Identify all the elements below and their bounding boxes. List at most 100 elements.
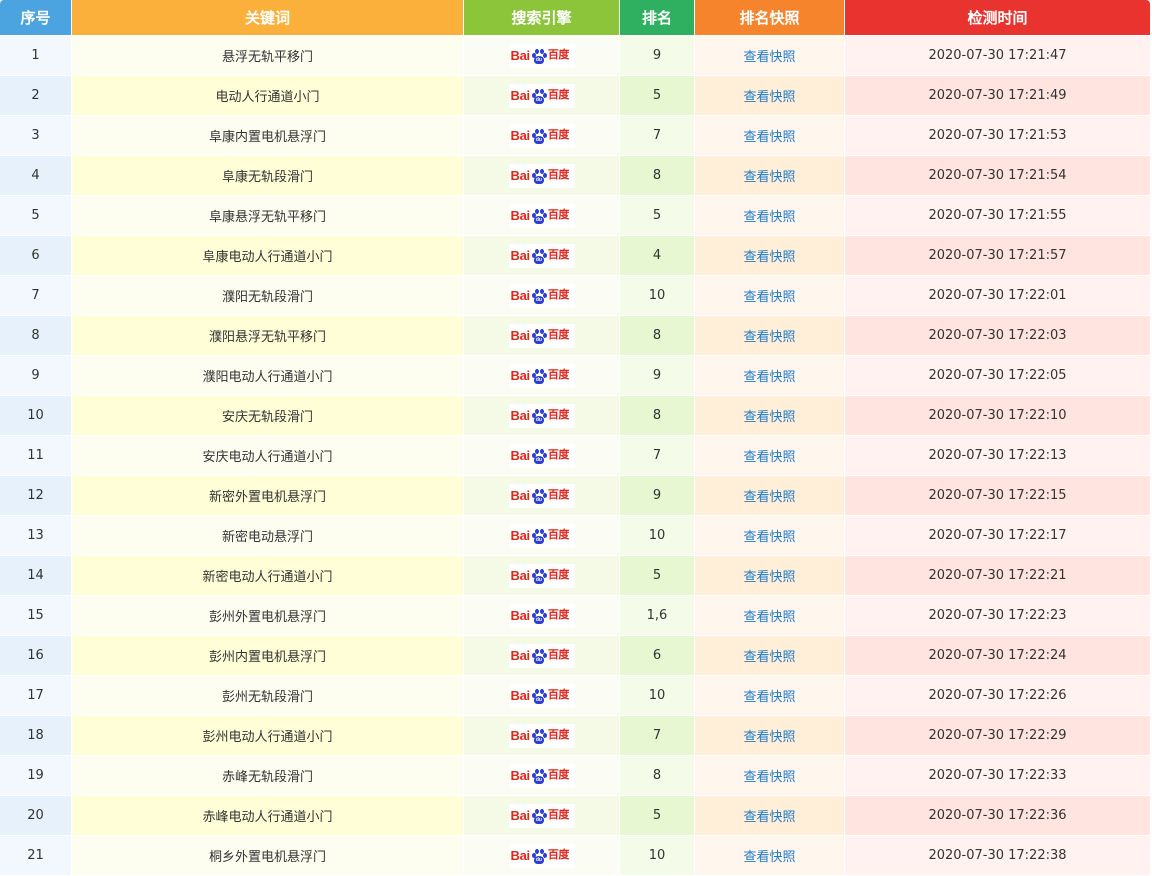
row-rank: 7 <box>620 116 695 156</box>
baidu-logo-paw-text: du <box>535 376 542 383</box>
view-snapshot-link[interactable]: 查看快照 <box>743 250 795 265</box>
view-snapshot-link[interactable]: 查看快照 <box>743 690 795 705</box>
baidu-logo-chinese: 百度 <box>547 129 570 141</box>
row-no: 4 <box>0 156 72 196</box>
paw-icon: du <box>531 208 547 224</box>
view-snapshot-link[interactable]: 查看快照 <box>743 810 795 825</box>
baidu-logo-chinese: 百度 <box>547 489 570 501</box>
row-rank: 9 <box>620 476 695 516</box>
view-snapshot-link[interactable]: 查看快照 <box>743 850 795 865</box>
view-snapshot-link[interactable]: 查看快照 <box>743 490 795 505</box>
view-snapshot-link[interactable]: 查看快照 <box>743 770 795 785</box>
table-row: 15 彭州外置电机悬浮门 Bai du 百度 1,6 查看快照 2020-07-… <box>0 596 1150 636</box>
rank-table-container: 序号 关键词 搜索引擎 排名 排名快照 检测时间 1 悬浮无轨平移门 Bai d… <box>0 0 1150 876</box>
view-snapshot-link[interactable]: 查看快照 <box>743 170 795 185</box>
row-keyword: 阜康无轨段滑门 <box>72 156 464 196</box>
baidu-logo-icon: Bai du 百度 <box>508 283 575 308</box>
row-no: 7 <box>0 276 72 316</box>
row-rank: 8 <box>620 156 695 196</box>
row-time: 2020-07-30 17:22:38 <box>845 836 1150 876</box>
baidu-logo-latin: Bai <box>510 128 531 143</box>
row-time: 2020-07-30 17:21:49 <box>845 76 1150 116</box>
row-snapshot-cell: 查看快照 <box>695 636 845 676</box>
baidu-logo-chinese: 百度 <box>547 49 570 61</box>
row-time: 2020-07-30 17:22:13 <box>845 436 1150 476</box>
row-keyword: 彭州电动人行通道小门 <box>72 716 464 756</box>
baidu-logo-paw-text: du <box>535 216 542 223</box>
row-keyword: 悬浮无轨平移门 <box>72 36 464 76</box>
baidu-logo-latin: Bai <box>510 448 531 463</box>
table-row: 2 电动人行通道小门 Bai du 百度 5 查看快照 2020-07-30 1… <box>0 76 1150 116</box>
row-no: 1 <box>0 36 72 76</box>
row-engine: Bai du 百度 <box>464 116 620 156</box>
row-engine: Bai du 百度 <box>464 756 620 796</box>
row-time: 2020-07-30 17:21:53 <box>845 116 1150 156</box>
view-snapshot-link[interactable]: 查看快照 <box>743 370 795 385</box>
paw-icon: du <box>531 608 547 624</box>
row-engine: Bai du 百度 <box>464 716 620 756</box>
row-no: 9 <box>0 356 72 396</box>
baidu-logo-icon: Bai du 百度 <box>508 163 575 188</box>
baidu-logo-latin: Bai <box>510 808 531 823</box>
row-keyword: 阜康悬浮无轨平移门 <box>72 196 464 236</box>
row-snapshot-cell: 查看快照 <box>695 196 845 236</box>
view-snapshot-link[interactable]: 查看快照 <box>743 290 795 305</box>
baidu-logo-paw-text: du <box>535 816 542 823</box>
view-snapshot-link[interactable]: 查看快照 <box>743 730 795 745</box>
row-engine: Bai du 百度 <box>464 196 620 236</box>
paw-icon: du <box>531 728 547 744</box>
paw-icon: du <box>531 528 547 544</box>
view-snapshot-link[interactable]: 查看快照 <box>743 530 795 545</box>
baidu-logo-paw-text: du <box>535 136 542 143</box>
view-snapshot-link[interactable]: 查看快照 <box>743 330 795 345</box>
baidu-logo-icon: Bai du 百度 <box>508 403 575 428</box>
paw-icon: du <box>531 248 547 264</box>
view-snapshot-link[interactable]: 查看快照 <box>743 610 795 625</box>
row-keyword: 濮阳电动人行通道小门 <box>72 356 464 396</box>
baidu-logo-paw-text: du <box>535 696 542 703</box>
row-keyword: 桐乡外置电机悬浮门 <box>72 836 464 876</box>
paw-icon: du <box>531 568 547 584</box>
row-keyword: 安庆无轨段滑门 <box>72 396 464 436</box>
table-row: 5 阜康悬浮无轨平移门 Bai du 百度 5 查看快照 2020-07-30 … <box>0 196 1150 236</box>
baidu-logo-chinese: 百度 <box>547 369 570 381</box>
row-engine: Bai du 百度 <box>464 396 620 436</box>
row-no: 21 <box>0 836 72 876</box>
row-snapshot-cell: 查看快照 <box>695 796 845 836</box>
row-time: 2020-07-30 17:22:36 <box>845 796 1150 836</box>
row-keyword: 新密外置电机悬浮门 <box>72 476 464 516</box>
view-snapshot-link[interactable]: 查看快照 <box>743 210 795 225</box>
row-snapshot-cell: 查看快照 <box>695 516 845 556</box>
baidu-logo-chinese: 百度 <box>547 409 570 421</box>
view-snapshot-link[interactable]: 查看快照 <box>743 650 795 665</box>
row-engine: Bai du 百度 <box>464 276 620 316</box>
view-snapshot-link[interactable]: 查看快照 <box>743 50 795 65</box>
row-snapshot-cell: 查看快照 <box>695 236 845 276</box>
baidu-logo-paw-text: du <box>535 656 542 663</box>
baidu-logo-icon: Bai du 百度 <box>508 203 575 228</box>
row-snapshot-cell: 查看快照 <box>695 76 845 116</box>
baidu-logo-latin: Bai <box>510 408 531 423</box>
row-keyword: 阜康电动人行通道小门 <box>72 236 464 276</box>
row-rank: 8 <box>620 396 695 436</box>
baidu-logo-icon: Bai du 百度 <box>508 603 575 628</box>
row-rank: 5 <box>620 76 695 116</box>
baidu-logo-paw-text: du <box>535 496 542 503</box>
baidu-logo-latin: Bai <box>510 288 531 303</box>
view-snapshot-link[interactable]: 查看快照 <box>743 450 795 465</box>
baidu-logo-icon: Bai du 百度 <box>508 43 575 68</box>
view-snapshot-link[interactable]: 查看快照 <box>743 90 795 105</box>
row-snapshot-cell: 查看快照 <box>695 276 845 316</box>
baidu-logo-paw-text: du <box>535 256 542 263</box>
row-rank: 10 <box>620 836 695 876</box>
paw-icon: du <box>531 328 547 344</box>
row-no: 8 <box>0 316 72 356</box>
view-snapshot-link[interactable]: 查看快照 <box>743 130 795 145</box>
row-engine: Bai du 百度 <box>464 516 620 556</box>
view-snapshot-link[interactable]: 查看快照 <box>743 410 795 425</box>
baidu-logo-icon: Bai du 百度 <box>508 563 575 588</box>
view-snapshot-link[interactable]: 查看快照 <box>743 570 795 585</box>
row-time: 2020-07-30 17:22:01 <box>845 276 1150 316</box>
table-row: 12 新密外置电机悬浮门 Bai du 百度 9 查看快照 2020-07-30… <box>0 476 1150 516</box>
baidu-logo-icon: Bai du 百度 <box>508 523 575 548</box>
